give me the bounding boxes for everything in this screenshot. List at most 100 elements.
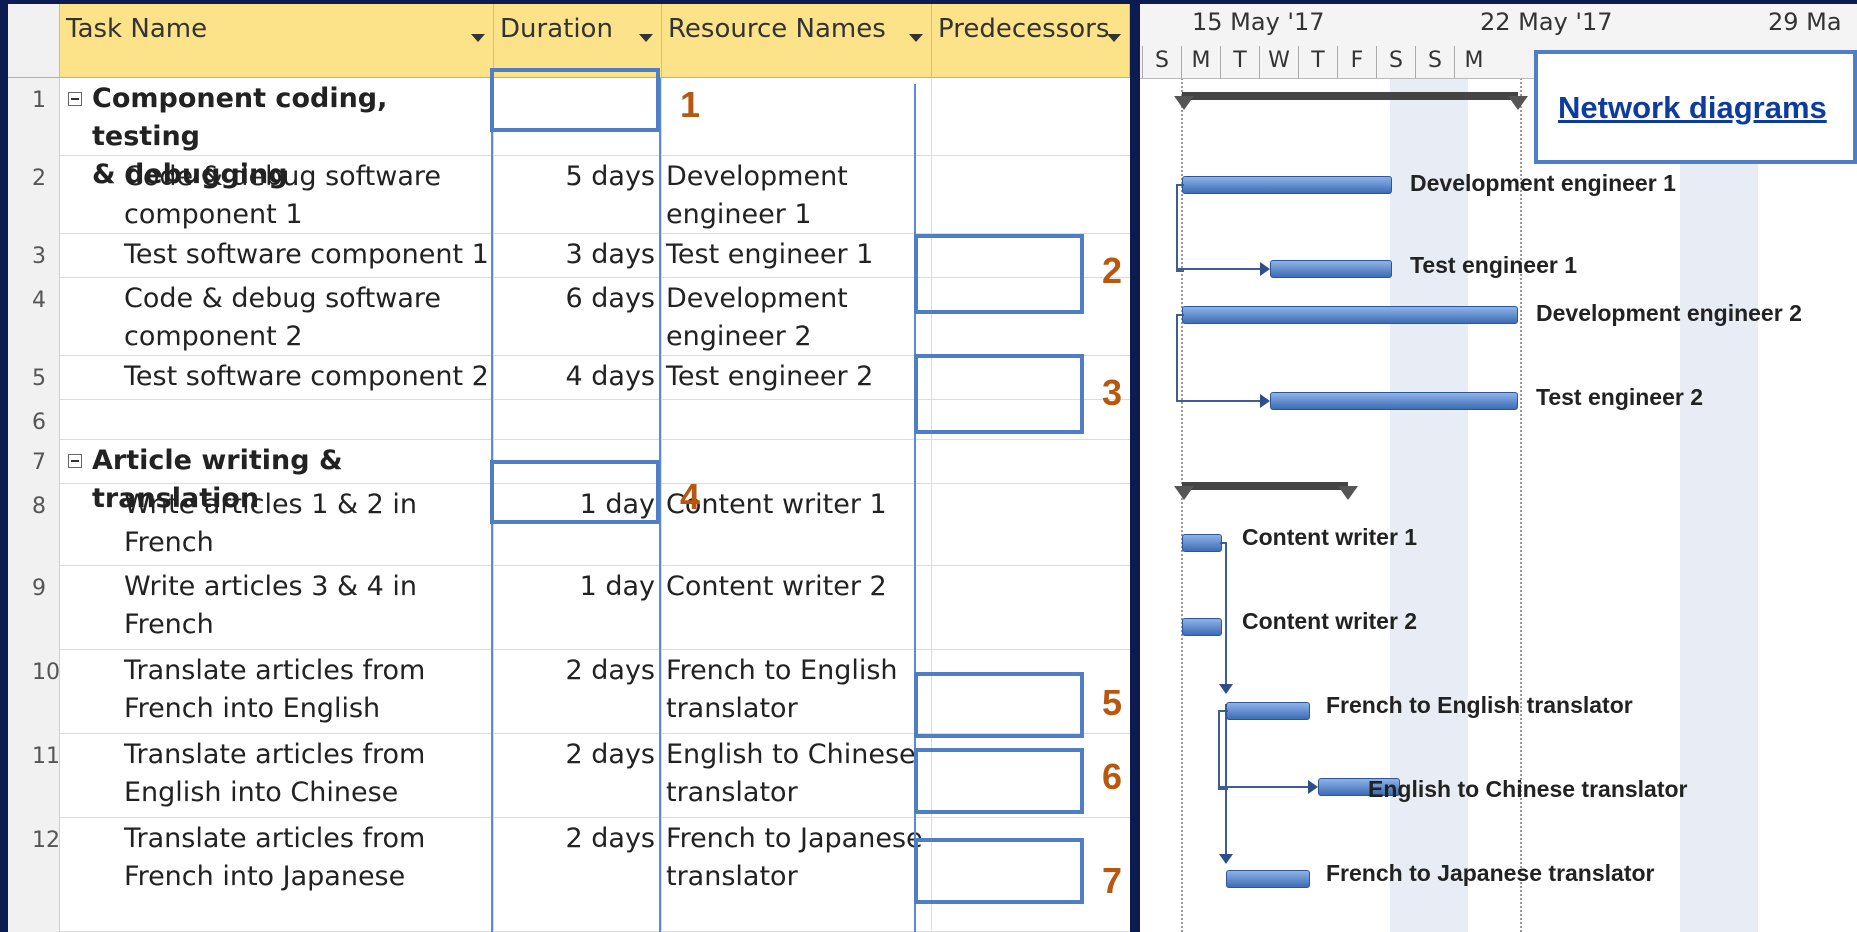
table-row[interactable]: Code & debug software component 1 5 days …: [60, 156, 1130, 234]
predecessors-cell[interactable]: [932, 156, 1130, 233]
chevron-down-icon[interactable]: [909, 34, 923, 42]
task-bar[interactable]: [1270, 260, 1392, 278]
task-bar[interactable]: [1226, 702, 1310, 720]
chevron-down-icon[interactable]: [471, 34, 485, 42]
task-name-cell[interactable]: Write articles 1 & 2 in French: [60, 484, 494, 565]
duration-cell[interactable]: 5 days: [494, 156, 662, 233]
task-bar[interactable]: [1226, 870, 1310, 888]
task-name-cell[interactable]: Translate articles from English into Chin…: [60, 734, 494, 817]
marker-number: 2: [1102, 250, 1123, 291]
predecessors-cell[interactable]: [932, 484, 1130, 565]
arrow-down-icon: [1219, 854, 1233, 864]
network-diagrams-callout: Network diagrams: [1534, 50, 1857, 164]
collapse-icon[interactable]: [68, 92, 82, 106]
timescale-day: S: [1142, 46, 1181, 78]
resource-cell[interactable]: French to English translator: [662, 650, 932, 733]
task-name-cell[interactable]: Test software component 1: [60, 234, 494, 277]
resource-cell[interactable]: Test engineer 2: [662, 356, 932, 399]
bar-label: Test engineer 1: [1410, 252, 1578, 278]
collapse-icon[interactable]: [68, 454, 82, 468]
summary-bar[interactable]: [1182, 92, 1518, 100]
task-bar[interactable]: [1182, 534, 1222, 552]
duration-cell[interactable]: [494, 400, 662, 439]
predecessors-cell[interactable]: [932, 440, 1130, 483]
task-name-cell[interactable]: Component coding, testing & debugging: [60, 78, 494, 190]
bar-label: French to English translator: [1326, 692, 1633, 718]
resource-cell[interactable]: [662, 400, 932, 439]
predecessors-cell[interactable]: [932, 78, 1130, 155]
column-header-predecessors[interactable]: Predecessors: [932, 4, 1130, 78]
resource-cell[interactable]: English to Chinese translator: [662, 734, 932, 817]
task-bar[interactable]: [1182, 306, 1518, 324]
dependency-link: [1176, 184, 1184, 272]
arrow-right-icon: [1260, 262, 1270, 276]
chevron-down-icon[interactable]: [1107, 34, 1121, 42]
task-bar[interactable]: [1270, 392, 1518, 410]
row-number[interactable]: 1: [8, 78, 60, 156]
row-number[interactable]: 12: [8, 818, 60, 932]
row-number[interactable]: 7: [8, 440, 60, 484]
task-name-cell[interactable]: Code & debug software component 1: [60, 156, 494, 233]
timescale-week: 29 Ma: [1768, 8, 1842, 36]
column-header-resource-names[interactable]: Resource Names: [662, 4, 932, 78]
marker-number: 3: [1102, 372, 1123, 413]
duration-cell[interactable]: 2 days: [494, 650, 662, 733]
row-number[interactable]: 8: [8, 484, 60, 566]
resource-cell[interactable]: Development engineer 2: [662, 278, 932, 355]
task-bar[interactable]: [1182, 618, 1222, 636]
summary-bar[interactable]: [1182, 482, 1348, 490]
resource-cell[interactable]: [662, 440, 932, 483]
task-name-cell[interactable]: Translate articles from French into Japan…: [60, 818, 494, 931]
highlight-box-1: [490, 68, 660, 132]
task-name-cell[interactable]: Translate articles from French into Engli…: [60, 650, 494, 733]
bar-label: French to Japanese translator: [1326, 860, 1655, 886]
timescale-week: 15 May '17: [1192, 8, 1325, 36]
arrow-down-icon: [1219, 684, 1233, 694]
row-number[interactable]: 10: [8, 650, 60, 734]
column-header-duration[interactable]: Duration: [494, 4, 662, 78]
duration-cell[interactable]: 6 days: [494, 278, 662, 355]
row-number[interactable]: 2: [8, 156, 60, 234]
table-row[interactable]: Write articles 3 & 4 in French 1 day Cont…: [60, 566, 1130, 650]
resource-cell[interactable]: Content writer 2: [662, 566, 932, 649]
task-name-cell[interactable]: Code & debug software component 2: [60, 278, 494, 355]
resource-cell[interactable]: [662, 78, 932, 155]
resource-cell[interactable]: Content writer 1: [662, 484, 932, 565]
timescale-day: T: [1298, 46, 1337, 78]
bar-label: Content writer 1: [1242, 524, 1418, 550]
arrow-right-icon: [1308, 780, 1318, 794]
timescale-day: T: [1220, 46, 1259, 78]
duration-cell[interactable]: 4 days: [494, 356, 662, 399]
predecessors-cell[interactable]: [932, 566, 1130, 649]
network-diagrams-link[interactable]: Network diagrams: [1558, 90, 1827, 126]
row-number[interactable]: 11: [8, 734, 60, 818]
task-name-cell[interactable]: Write articles 3 & 4 in French: [60, 566, 494, 649]
marker-number: 1: [680, 84, 701, 125]
task-name-cell[interactable]: Article writing & translation: [60, 440, 494, 514]
row-number[interactable]: 6: [8, 400, 60, 440]
bar-label: Development engineer 2: [1536, 300, 1802, 326]
highlight-box-5: [914, 672, 1084, 738]
resource-cell[interactable]: French to Japanese translator: [662, 818, 932, 931]
column-header-label: Task Name: [66, 14, 208, 44]
duration-cell[interactable]: 2 days: [494, 734, 662, 817]
row-number[interactable]: 5: [8, 356, 60, 400]
task-name-cell[interactable]: [60, 400, 494, 439]
resource-cell[interactable]: Test engineer 1: [662, 234, 932, 277]
chevron-down-icon[interactable]: [639, 34, 653, 42]
duration-cell[interactable]: 1 day: [494, 566, 662, 649]
weekend-shading: [1680, 78, 1758, 932]
row-number[interactable]: 4: [8, 278, 60, 356]
duration-cell[interactable]: 2 days: [494, 818, 662, 931]
row-number[interactable]: 9: [8, 566, 60, 650]
highlight-box-7: [914, 838, 1084, 904]
select-all-corner[interactable]: [8, 4, 60, 78]
duration-cell[interactable]: 3 days: [494, 234, 662, 277]
column-header-task-name[interactable]: Task Name: [60, 4, 494, 78]
resource-cell[interactable]: Development engineer 1: [662, 156, 932, 233]
row-number[interactable]: 3: [8, 234, 60, 278]
weekend-shading: [1390, 78, 1468, 932]
task-bar[interactable]: [1182, 176, 1392, 194]
task-name-cell[interactable]: Test software component 2: [60, 356, 494, 399]
week-divider-line: [1520, 78, 1522, 932]
